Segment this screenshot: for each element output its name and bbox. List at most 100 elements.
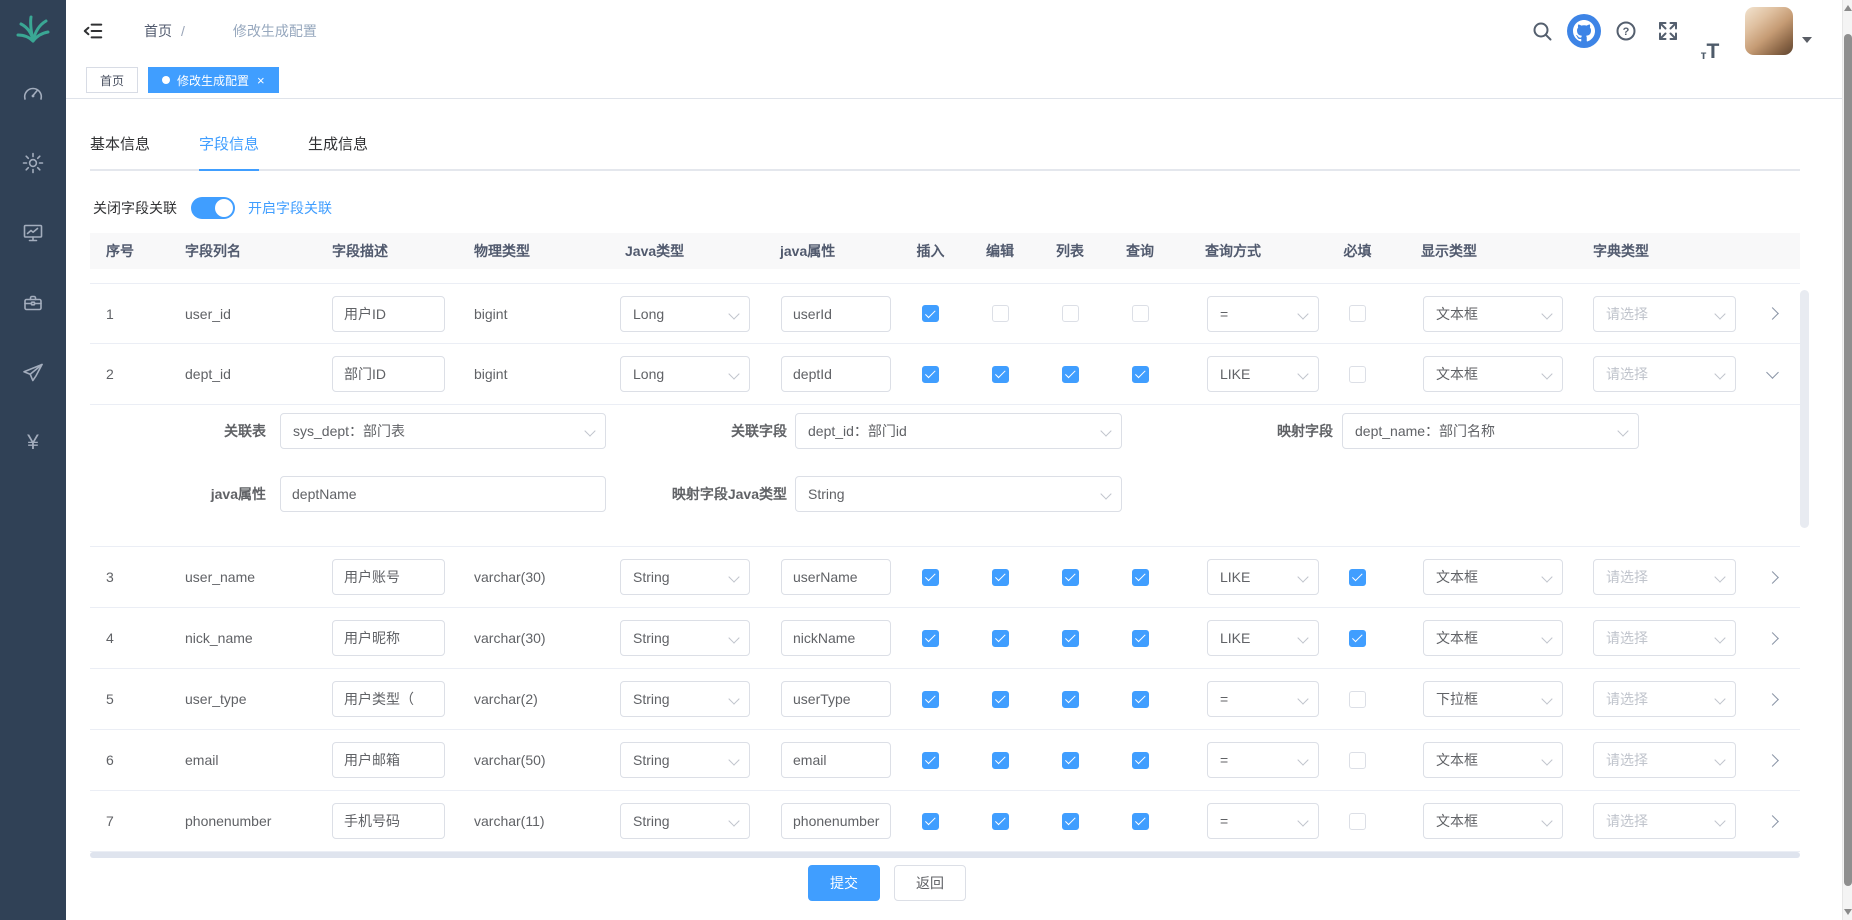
desc-input[interactable]: 用户昵称 — [332, 620, 445, 656]
display-type-select[interactable]: 文本框 — [1423, 356, 1563, 392]
expand-chevron-icon[interactable] — [1766, 693, 1779, 706]
sidebar-item-tools[interactable] — [0, 268, 66, 338]
insert-checkbox[interactable] — [922, 752, 939, 769]
dict-type-select[interactable]: 请选择 — [1593, 620, 1736, 656]
search-icon[interactable] — [1521, 0, 1563, 62]
tab-gen-info[interactable]: 生成信息 — [308, 135, 368, 169]
mapping-field-select[interactable]: dept_name：部门名称 — [1342, 413, 1639, 449]
page-scrollbar-thumb[interactable] — [1844, 34, 1852, 886]
expand-chevron-icon[interactable] — [1766, 754, 1779, 767]
list-checkbox[interactable] — [1062, 630, 1079, 647]
desc-input[interactable]: 部门ID — [332, 356, 445, 392]
tab-field-info[interactable]: 字段信息 — [199, 135, 259, 171]
page-scrollbar[interactable] — [1842, 0, 1852, 920]
submit-button[interactable]: 提交 — [808, 865, 880, 901]
back-button[interactable]: 返回 — [894, 865, 966, 901]
tag-home[interactable]: 首页 — [86, 67, 138, 93]
tab-basic-info[interactable]: 基本信息 — [90, 135, 150, 169]
list-checkbox[interactable] — [1062, 366, 1079, 383]
display-type-select[interactable]: 下拉框 — [1423, 681, 1563, 717]
java-field-input[interactable]: email — [781, 742, 891, 778]
java-field-input[interactable]: nickName — [781, 620, 891, 656]
query-type-select[interactable]: = — [1207, 296, 1319, 332]
desc-input[interactable]: 用户ID — [332, 296, 445, 332]
fullscreen-icon[interactable] — [1647, 0, 1689, 62]
expand-chevron-icon[interactable] — [1766, 632, 1779, 645]
dict-type-select[interactable]: 请选择 — [1593, 559, 1736, 595]
edit-checkbox[interactable] — [992, 813, 1009, 830]
query-checkbox[interactable] — [1132, 630, 1149, 647]
expand-chevron-icon[interactable] — [1766, 366, 1779, 379]
dict-type-select[interactable]: 请选择 — [1593, 803, 1736, 839]
dict-type-select[interactable]: 请选择 — [1593, 356, 1736, 392]
java-type-select[interactable]: Long — [620, 356, 750, 392]
breadcrumb-home[interactable]: 首页 — [128, 21, 172, 41]
desc-input[interactable]: 手机号码 — [332, 803, 445, 839]
edit-checkbox[interactable] — [992, 305, 1009, 322]
desc-input[interactable]: 用户邮箱 — [332, 742, 445, 778]
table-vertical-scrollbar[interactable] — [1800, 290, 1809, 528]
query-type-select[interactable]: = — [1207, 742, 1319, 778]
display-type-select[interactable]: 文本框 — [1423, 559, 1563, 595]
toggle-on-label[interactable]: 开启字段关联 — [248, 198, 332, 218]
query-checkbox[interactable] — [1132, 813, 1149, 830]
display-type-select[interactable]: 文本框 — [1423, 296, 1563, 332]
query-checkbox[interactable] — [1132, 569, 1149, 586]
edit-checkbox[interactable] — [992, 691, 1009, 708]
app-logo[interactable] — [0, 0, 66, 58]
dict-type-select[interactable]: 请选择 — [1593, 742, 1736, 778]
required-checkbox[interactable] — [1349, 752, 1366, 769]
required-checkbox[interactable] — [1349, 366, 1366, 383]
query-type-select[interactable]: LIKE — [1207, 559, 1319, 595]
dict-type-select[interactable]: 请选择 — [1593, 681, 1736, 717]
java-attr-input[interactable]: deptName — [280, 476, 606, 512]
java-type-select[interactable]: String — [620, 742, 750, 778]
query-checkbox[interactable] — [1132, 305, 1149, 322]
list-checkbox[interactable] — [1062, 305, 1079, 322]
insert-checkbox[interactable] — [922, 691, 939, 708]
required-checkbox[interactable] — [1349, 305, 1366, 322]
list-checkbox[interactable] — [1062, 569, 1079, 586]
insert-checkbox[interactable] — [922, 630, 939, 647]
avatar-caret-icon[interactable] — [1802, 37, 1812, 43]
relation-table-select[interactable]: sys_dept：部门表 — [280, 413, 606, 449]
sidebar-item-guide[interactable] — [0, 338, 66, 408]
java-type-select[interactable]: String — [620, 559, 750, 595]
edit-checkbox[interactable] — [992, 752, 1009, 769]
query-type-select[interactable]: = — [1207, 803, 1319, 839]
expand-chevron-icon[interactable] — [1766, 571, 1779, 584]
java-type-select[interactable]: String — [620, 803, 750, 839]
java-field-input[interactable]: deptId — [781, 356, 891, 392]
insert-checkbox[interactable] — [922, 569, 939, 586]
insert-checkbox[interactable] — [922, 305, 939, 322]
user-avatar[interactable] — [1745, 7, 1793, 55]
display-type-select[interactable]: 文本框 — [1423, 803, 1563, 839]
relation-field-select[interactable]: dept_id：部门id — [795, 413, 1122, 449]
query-type-select[interactable]: = — [1207, 681, 1319, 717]
java-field-input[interactable]: userId — [781, 296, 891, 332]
display-type-select[interactable]: 文本框 — [1423, 742, 1563, 778]
relation-switch[interactable] — [191, 197, 235, 219]
insert-checkbox[interactable] — [922, 366, 939, 383]
edit-checkbox[interactable] — [992, 630, 1009, 647]
desc-input[interactable]: 用户账号 — [332, 559, 445, 595]
sidebar-item-dashboard[interactable] — [0, 58, 66, 128]
edit-checkbox[interactable] — [992, 366, 1009, 383]
desc-input[interactable]: 用户类型（ — [332, 681, 445, 717]
required-checkbox[interactable] — [1349, 630, 1366, 647]
java-field-input[interactable]: userType — [781, 681, 891, 717]
table-horizontal-scrollbar[interactable] — [90, 852, 1800, 858]
query-type-select[interactable]: LIKE — [1207, 356, 1319, 392]
sidebar-item-system[interactable] — [0, 128, 66, 198]
required-checkbox[interactable] — [1349, 813, 1366, 830]
list-checkbox[interactable] — [1062, 813, 1079, 830]
list-checkbox[interactable] — [1062, 691, 1079, 708]
query-checkbox[interactable] — [1132, 366, 1149, 383]
scroll-up-arrow-icon[interactable] — [1844, 5, 1852, 11]
github-icon[interactable] — [1563, 0, 1605, 62]
insert-checkbox[interactable] — [922, 813, 939, 830]
edit-checkbox[interactable] — [992, 569, 1009, 586]
query-checkbox[interactable] — [1132, 691, 1149, 708]
display-type-select[interactable]: 文本框 — [1423, 620, 1563, 656]
expand-chevron-icon[interactable] — [1766, 307, 1779, 320]
